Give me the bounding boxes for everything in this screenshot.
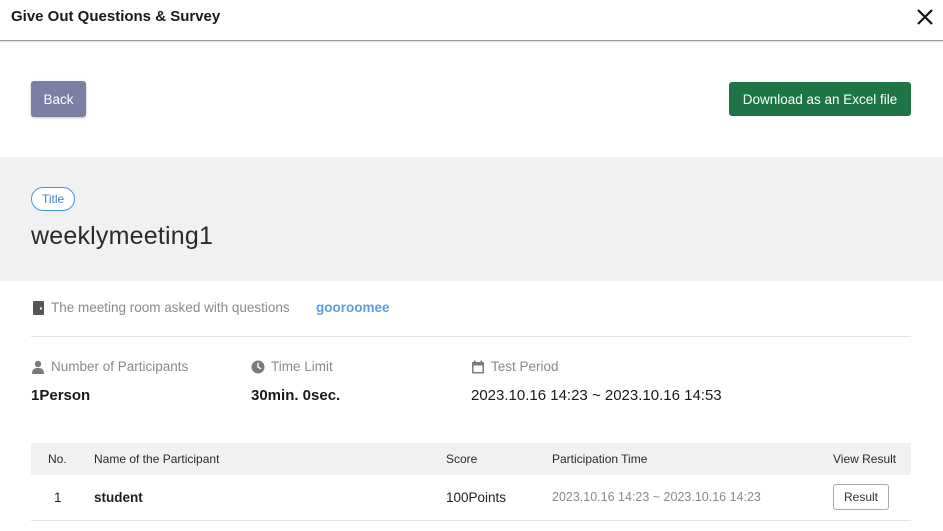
header-score: Score xyxy=(446,452,478,466)
dialog-header: Give Out Questions & Survey xyxy=(0,0,943,41)
row-participant-name: student xyxy=(94,490,143,505)
header-no: No. xyxy=(48,452,67,466)
table-header: No. Name of the Participant Score Partic… xyxy=(31,443,911,475)
header-name: Name of the Participant xyxy=(94,452,220,466)
header-participation-time: Participation Time xyxy=(552,452,648,466)
title-badge: Title xyxy=(31,187,76,211)
survey-title: weeklymeeting1 xyxy=(31,222,214,250)
meeting-room-row: The meeting room asked with questions go… xyxy=(31,300,911,337)
time-limit-label: Time Limit xyxy=(271,359,333,374)
result-button[interactable]: Result xyxy=(833,484,889,510)
participants-label: Number of Participants xyxy=(51,359,189,374)
download-excel-button[interactable]: Download as an Excel file xyxy=(729,82,911,116)
table-row: 1 student 100Points 2023.10.16 14:23 ~ 2… xyxy=(31,475,911,521)
back-button[interactable]: Back xyxy=(31,81,86,117)
person-icon xyxy=(32,360,44,374)
dialog-title: Give Out Questions & Survey xyxy=(11,8,221,25)
test-period-label: Test Period xyxy=(491,359,559,374)
survey-title-section: Title weeklymeeting1 xyxy=(0,157,943,281)
meeting-room-name: gooroomee xyxy=(316,300,390,315)
results-table: No. Name of the Participant Score Partic… xyxy=(31,443,911,521)
close-icon[interactable] xyxy=(914,6,936,28)
clock-icon xyxy=(251,360,265,374)
time-limit-value: 30min. 0sec. xyxy=(251,387,341,404)
row-score: 100Points xyxy=(446,490,507,505)
header-view-result: View Result xyxy=(833,452,897,466)
door-icon xyxy=(33,301,44,315)
row-no: 1 xyxy=(54,490,62,505)
test-period-value: 2023.10.16 14:23 ~ 2023.10.16 14:53 xyxy=(471,387,722,404)
participants-value: 1Person xyxy=(31,387,91,404)
row-participation-time: 2023.10.16 14:23 ~ 2023.10.16 14:23 xyxy=(552,490,761,504)
toolbar: Back Download as an Excel file xyxy=(0,41,943,157)
meeting-room-label: The meeting room asked with questions xyxy=(51,300,290,315)
calendar-icon xyxy=(472,360,484,374)
